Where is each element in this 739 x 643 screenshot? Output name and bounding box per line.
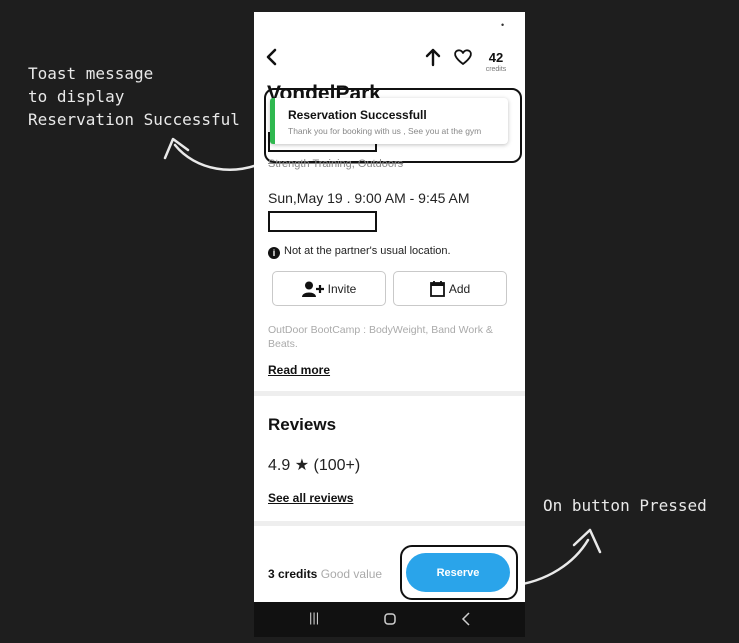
add-label: Add [448,281,471,296]
section-divider [254,391,525,396]
info-icon: i [268,247,280,259]
credits-label: credits [485,66,507,73]
reviews-heading: Reviews [268,415,337,434]
notice-text: Not at the partner's usual location. [284,245,451,257]
add-to-calendar-button[interactable]: Add [393,271,507,306]
system-nav-bar: ||| [254,602,525,637]
share-icon[interactable] [424,47,442,67]
recent-apps-icon[interactable]: ||| [309,610,319,625]
back-icon[interactable] [461,612,471,626]
rating-summary: 4.9 ★ (100+) [268,455,360,475]
star-icon: ★ [294,457,310,474]
credits-count: 42 [488,50,504,65]
calendar-icon [429,281,445,297]
location-notice: i Not at the partner's usual location. [268,245,451,259]
read-more-link[interactable]: Read more [268,363,330,377]
class-category: Strength Training, Outdoors [268,158,404,170]
toast-annotation: Toast message to display Reservation Suc… [28,64,240,129]
value-label: Good value [320,567,383,581]
review-count: (100+) [313,457,361,474]
price-info: 3 credits Good value [268,567,382,581]
section-divider [254,521,525,526]
back-arrow-icon[interactable] [264,48,278,66]
invite-label: Invite [327,281,357,296]
heart-icon[interactable] [453,48,473,66]
location-placeholder-box [268,211,377,232]
invite-button[interactable]: Invite [272,271,386,306]
status-indicator: • [501,20,505,30]
home-icon[interactable] [384,613,396,625]
phone-screen: • 42 credits VondelPark Reservation Succ… [254,12,525,637]
class-datetime: Sun,May 19 . 9:00 AM - 9:45 AM [268,190,470,206]
add-user-icon [301,281,324,297]
toast-annotation-outline [264,88,522,163]
rating-value: 4.9 [268,457,291,474]
button-annotation: On button Pressed [543,496,707,515]
reserve-annotation-outline [400,545,518,600]
class-description: OutDoor BootCamp : BodyWeight, Band Work… [268,324,493,350]
see-all-reviews-link[interactable]: See all reviews [268,491,353,505]
price-credits: 3 credits [268,567,318,581]
